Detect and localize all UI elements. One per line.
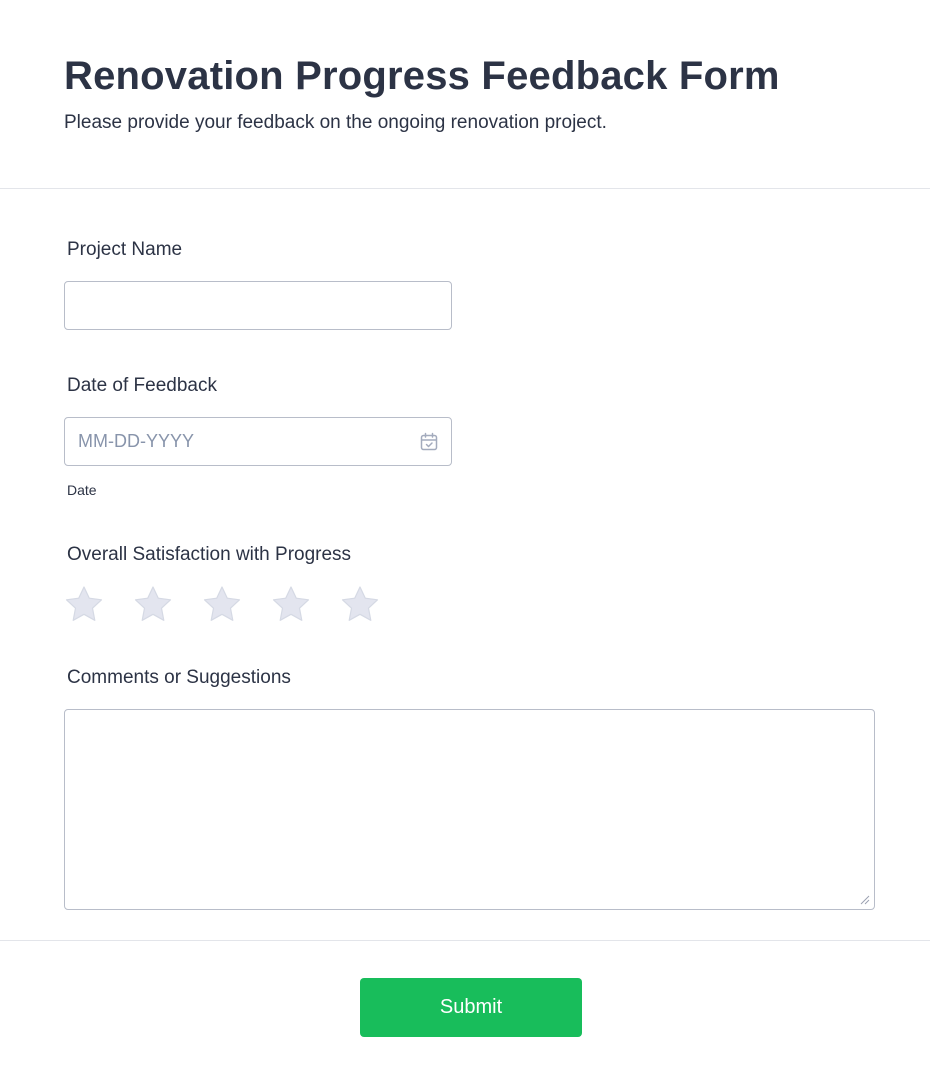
star-icon[interactable] xyxy=(271,584,311,624)
comments-label: Comments or Suggestions xyxy=(67,667,291,688)
footer-divider xyxy=(0,940,930,941)
form-subtitle: Please provide your feedback on the ongo… xyxy=(64,112,607,133)
star-icon[interactable] xyxy=(202,584,242,624)
star-icon[interactable] xyxy=(133,584,173,624)
star-icon[interactable] xyxy=(64,584,104,624)
submit-button[interactable]: Submit xyxy=(360,978,582,1037)
form-title: Renovation Progress Feedback Form xyxy=(64,54,780,98)
form-header: Renovation Progress Feedback Form Please… xyxy=(0,0,930,189)
star-icon[interactable] xyxy=(340,584,380,624)
satisfaction-label: Overall Satisfaction with Progress xyxy=(67,544,352,565)
date-of-feedback-label: Date of Feedback xyxy=(67,375,217,396)
date-input[interactable] xyxy=(64,417,452,466)
comments-textarea[interactable] xyxy=(64,709,875,910)
project-name-input[interactable] xyxy=(64,281,452,330)
resize-handle-icon[interactable] xyxy=(858,893,870,905)
date-sublabel: Date xyxy=(67,482,97,498)
calendar-icon[interactable] xyxy=(419,432,439,452)
project-name-label: Project Name xyxy=(67,239,183,260)
